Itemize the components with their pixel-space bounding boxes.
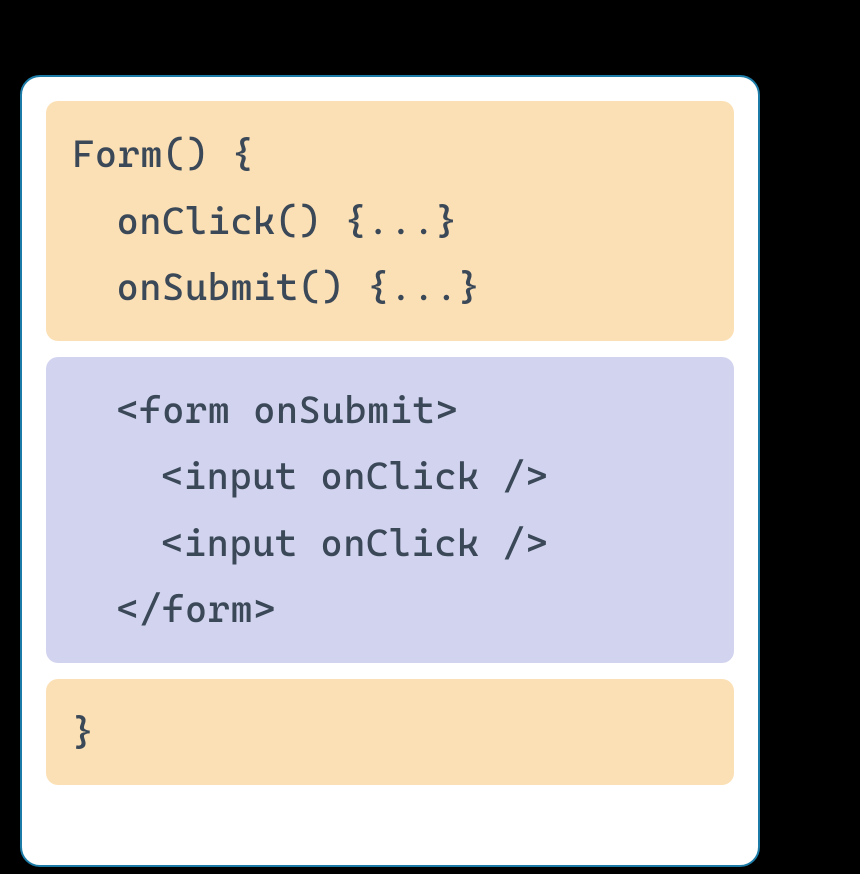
code-diagram-card: Form() { onClick() {...} onSubmit() {...… bbox=[20, 75, 760, 867]
code-line: onClick() {...} bbox=[72, 188, 708, 255]
code-line: <form onSubmit> bbox=[72, 377, 708, 444]
code-line: Form() { bbox=[72, 121, 708, 188]
code-line: <input onClick /> bbox=[72, 443, 708, 510]
code-line: onSubmit() {...} bbox=[72, 254, 708, 321]
code-line: } bbox=[72, 699, 708, 766]
code-block-jsx: <form onSubmit> <input onClick /> <input… bbox=[46, 357, 734, 663]
code-line: <input onClick /> bbox=[72, 510, 708, 577]
code-block-js-top: Form() { onClick() {...} onSubmit() {...… bbox=[46, 101, 734, 341]
code-block-js-bottom: } bbox=[46, 679, 734, 786]
code-line: </form> bbox=[72, 576, 708, 643]
